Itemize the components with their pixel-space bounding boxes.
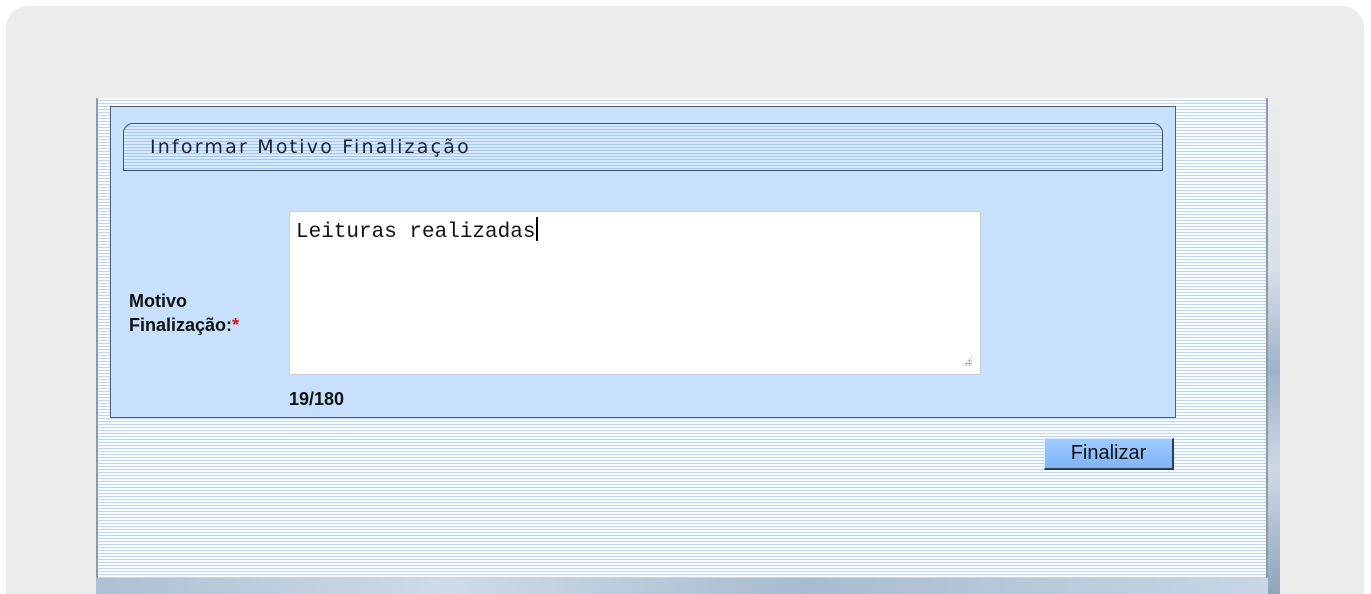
finalizar-button[interactable]: Finalizar [1044, 438, 1174, 470]
motivo-finalizacao-textarea[interactable]: Leituras realizadas [289, 211, 981, 375]
resize-grip-icon[interactable] [962, 356, 972, 366]
form-panel: Informar Motivo Finalização Motivo Final… [110, 106, 1176, 418]
text-caret [536, 217, 539, 241]
panel-header: Informar Motivo Finalização [123, 123, 1163, 171]
character-counter: 19/180 [289, 389, 345, 409]
background-strip-bottom [96, 578, 1270, 594]
motivo-finalizacao-label: Motivo Finalização:* [129, 289, 239, 337]
required-asterisk: * [232, 315, 240, 335]
screenshot-frame: Informar Motivo Finalização Motivo Final… [6, 6, 1364, 594]
form-window: Informar Motivo Finalização Motivo Final… [96, 98, 1268, 580]
panel-title: Informar Motivo Finalização [150, 136, 471, 158]
label-line-1: Motivo [129, 291, 187, 311]
label-line-2: Finalização: [129, 315, 233, 335]
textarea-text: Leituras realizadas [296, 221, 536, 244]
background-strip-right [1268, 98, 1280, 594]
